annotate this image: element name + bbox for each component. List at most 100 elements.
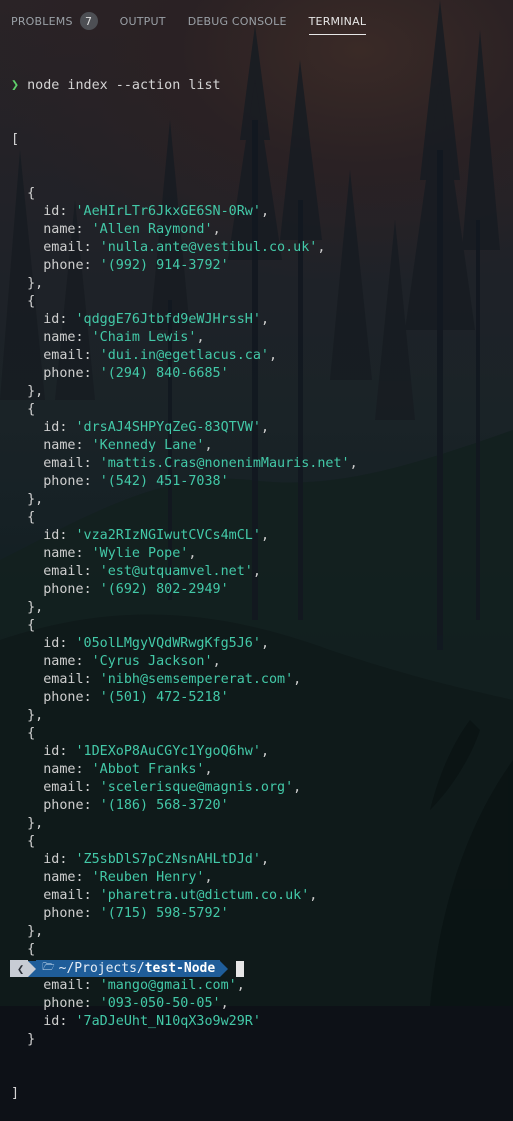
field-value: '1DEXoP8AuCGYc1YgoQ6hw' <box>75 744 261 759</box>
field-value: '(692) 802-2949' <box>99 582 229 597</box>
field-value: 'dui.in@egetlacus.ca' <box>99 348 269 363</box>
record-field: name: 'Chaim Lewis', <box>11 329 506 347</box>
field-value: '(992) 914-3792' <box>99 258 229 273</box>
record-field: name: 'Reuben Henry', <box>11 869 506 887</box>
field-value: '05olLMgyVQdWRwgKfg5J6' <box>75 636 261 651</box>
field-comma: , <box>212 654 221 669</box>
field-key: phone <box>43 582 84 597</box>
record-close-brace: }, <box>11 924 44 939</box>
array-open-bracket: [ <box>11 132 20 147</box>
field-value: 'Chaim Lewis' <box>91 330 197 345</box>
record-field: email: 'est@utquamvel.net', <box>11 563 506 581</box>
field-comma: , <box>260 528 269 543</box>
field-comma: , <box>260 420 269 435</box>
field-value: 'mango@gmail.com' <box>99 978 237 993</box>
field-colon: : <box>83 780 100 795</box>
record-field: phone: '(715) 598-5792' <box>11 905 506 923</box>
tab-debug-console[interactable]: DEBUG CONSOLE <box>177 0 298 42</box>
field-key: phone <box>43 690 84 705</box>
field-value: 'drsAJ4SHPYqZeG-83QTVW' <box>75 420 261 435</box>
record-field: email: 'mango@gmail.com', <box>11 977 506 995</box>
tab-terminal[interactable]: TERMINAL <box>298 0 378 42</box>
problems-count-badge: 7 <box>79 12 98 30</box>
field-key: id <box>43 744 60 759</box>
terminal-cursor[interactable] <box>236 960 245 977</box>
record-field: id: 'Z5sbDlS7pCzNsnAHLtDJd', <box>11 851 506 869</box>
field-colon: : <box>83 474 100 489</box>
field-comma: , <box>269 348 278 363</box>
field-key: id <box>43 1014 60 1029</box>
field-comma: , <box>196 330 205 345</box>
tab-debug-console-label: DEBUG CONSOLE <box>187 14 287 28</box>
tab-problems[interactable]: PROBLEMS 7 <box>0 0 109 42</box>
field-comma: , <box>204 870 213 885</box>
record-field: name: 'Abbot Franks', <box>11 761 506 779</box>
field-colon: : <box>75 330 92 345</box>
field-colon: : <box>75 222 92 237</box>
field-colon: : <box>83 456 100 471</box>
field-colon: : <box>59 744 76 759</box>
record-field: phone: '093-050-50-05', <box>11 995 506 1013</box>
prompt-arrow-icon: ❯ <box>11 78 20 93</box>
field-key: name <box>43 330 76 345</box>
field-key: email <box>43 672 84 687</box>
field-value: 'qdggE76Jtbfd9eWJHrssH' <box>75 312 261 327</box>
field-comma: , <box>293 780 302 795</box>
record-open-brace: { <box>11 942 36 957</box>
field-colon: : <box>83 258 100 273</box>
field-value: 'mattis.Cras@nonenimMauris.net' <box>99 456 350 471</box>
field-value: '093-050-50-05' <box>99 996 221 1011</box>
field-colon: : <box>59 852 76 867</box>
field-comma: , <box>236 978 245 993</box>
field-value: 'Allen Raymond' <box>91 222 213 237</box>
folder-icon: 🗁 <box>42 962 55 973</box>
field-key: name <box>43 438 76 453</box>
field-comma: , <box>317 240 326 255</box>
prompt-path-prefix: ~/Projects/ <box>58 961 145 976</box>
field-colon: : <box>59 1014 76 1029</box>
record-field: id: '1DEXoP8AuCGYc1YgoQ6hw', <box>11 743 506 761</box>
field-key: email <box>43 978 84 993</box>
field-value: 'pharetra.ut@dictum.co.uk' <box>99 888 310 903</box>
field-value: 'Reuben Henry' <box>91 870 205 885</box>
field-colon: : <box>83 996 100 1011</box>
command-text: node index --action list <box>27 78 221 93</box>
prompt-path-folder: test-Node <box>144 961 216 976</box>
tab-output[interactable]: OUTPUT <box>109 0 177 42</box>
field-comma: , <box>220 996 229 1011</box>
field-colon: : <box>83 582 100 597</box>
field-value: '(501) 472-5218' <box>99 690 229 705</box>
field-colon: : <box>83 672 100 687</box>
record-field: email: 'scelerisque@magnis.org', <box>11 779 506 797</box>
shell-prompt: ❮ 🗁 ~/Projects/test-Node <box>10 960 245 977</box>
field-value: 'Kennedy Lane' <box>91 438 205 453</box>
field-colon: : <box>75 438 92 453</box>
field-key: phone <box>43 366 84 381</box>
record-field: email: 'dui.in@egetlacus.ca', <box>11 347 506 365</box>
field-colon: : <box>75 762 92 777</box>
record-field: email: 'nulla.ante@vestibul.co.uk', <box>11 239 506 257</box>
field-colon: : <box>83 906 100 921</box>
field-comma: , <box>260 852 269 867</box>
record-close-brace: }, <box>11 492 44 507</box>
record-close-brace: }, <box>11 816 44 831</box>
command-line: ❯ node index --action list <box>11 77 506 95</box>
terminal-output[interactable]: ❯ node index --action list [ { id: 'AeHI… <box>11 41 506 1121</box>
field-colon: : <box>75 546 92 561</box>
field-comma: , <box>260 204 269 219</box>
field-value: '7aDJeUht_N10qX3o9w29R' <box>75 1014 261 1029</box>
tab-terminal-label: TERMINAL <box>308 14 367 28</box>
record-field: phone: '(186) 568-3720' <box>11 797 506 815</box>
field-key: name <box>43 762 76 777</box>
field-key: id <box>43 528 60 543</box>
record-field: id: '05olLMgyVQdWRwgKfg5J6', <box>11 635 506 653</box>
field-colon: : <box>59 636 76 651</box>
field-comma: , <box>309 888 318 903</box>
field-key: id <box>43 852 60 867</box>
record-open-brace: { <box>11 402 36 417</box>
field-colon: : <box>59 204 76 219</box>
field-key: phone <box>43 996 84 1011</box>
field-colon: : <box>83 348 100 363</box>
field-comma: , <box>260 636 269 651</box>
field-comma: , <box>188 546 197 561</box>
